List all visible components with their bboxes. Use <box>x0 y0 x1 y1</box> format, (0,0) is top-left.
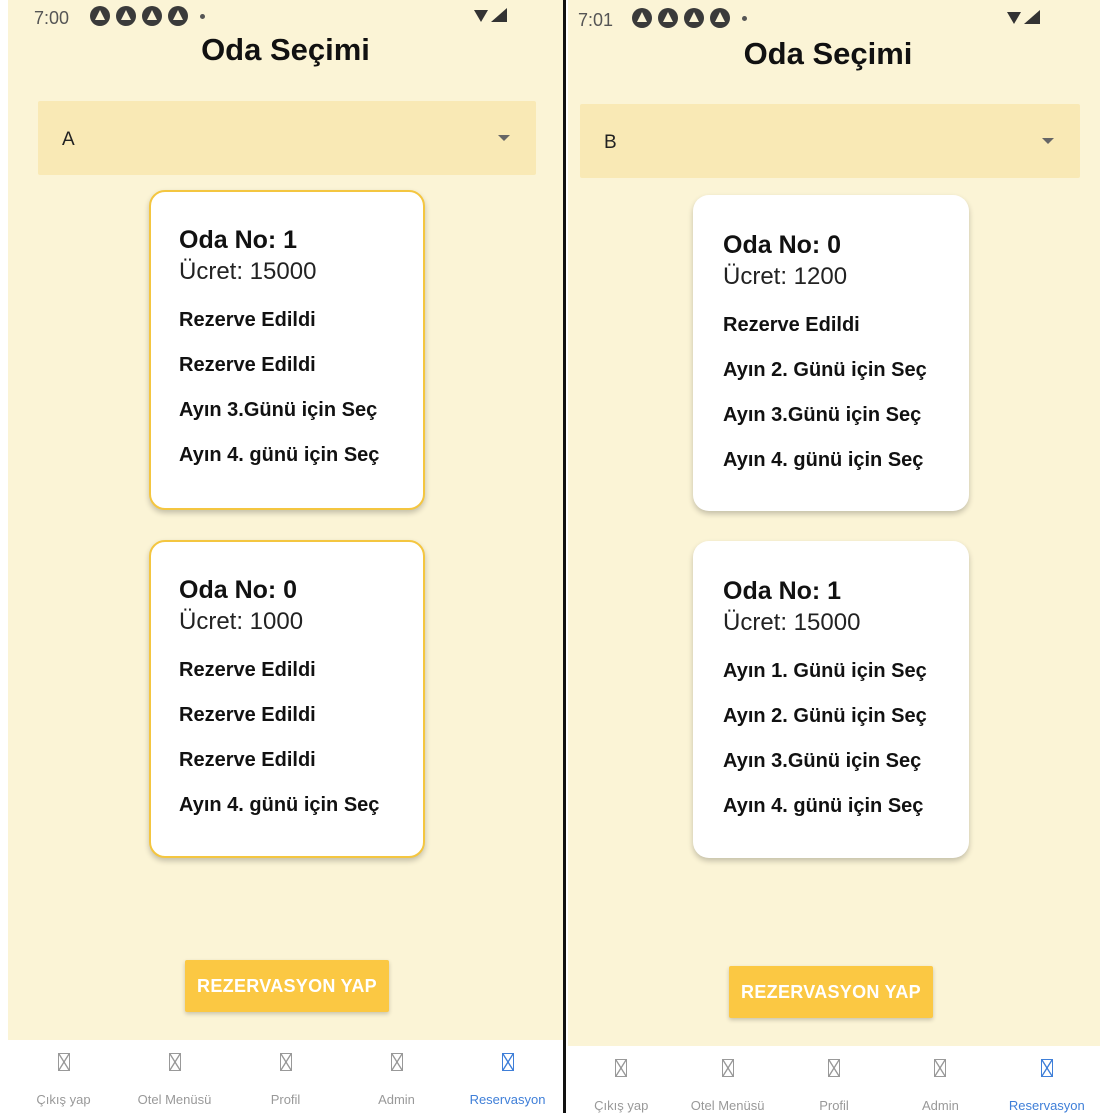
room-type-dropdown[interactable]: B <box>580 104 1080 178</box>
android-notification-icon <box>632 8 652 28</box>
nav-label: Çıkış yap <box>594 1098 649 1113</box>
dropdown-arrow-icon <box>1042 138 1054 144</box>
bottom-navigation: Çıkış yap Otel Menüsü Profil Admin Reser… <box>568 1046 1100 1113</box>
room-number: Oda No: 1 <box>179 226 298 254</box>
day-option-2[interactable]: Ayın 2. Günü için Seç <box>723 358 969 403</box>
signal-indicators <box>474 8 507 22</box>
day-option-4[interactable]: Ayın 4. günü için Seç <box>723 448 969 493</box>
nav-label: Profil <box>819 1098 849 1113</box>
android-notification-icon <box>684 8 704 28</box>
day-option-1[interactable]: Rezerve Edildi <box>723 313 969 358</box>
missing-image-placeholder-icon <box>57 1053 70 1071</box>
room-number: Oda No: 0 <box>723 231 842 259</box>
room-card[interactable]: Oda No: 1 Ücret: 15000 Rezerve Edildi Re… <box>149 190 425 510</box>
android-notification-icon <box>142 6 162 26</box>
status-time: 7:01 <box>578 10 614 30</box>
day-option-3[interactable]: Ayın 3.Günü için Seç <box>179 398 423 443</box>
cell-signal-icon <box>491 8 507 22</box>
nav-label: Otel Menüsü <box>137 1092 212 1107</box>
missing-image-placeholder-icon <box>828 1059 841 1077</box>
missing-image-placeholder-icon <box>279 1053 292 1071</box>
nav-item-hotel-menu[interactable]: Otel Menüsü <box>674 1046 780 1113</box>
android-notification-icon <box>116 6 136 26</box>
day-option-1[interactable]: Rezerve Edildi <box>179 308 423 353</box>
page-title: Oda Seçimi <box>201 32 370 67</box>
android-notification-icon <box>710 8 730 28</box>
bottom-navigation: Çıkış yap Otel Menüsü Profil Admin Reser… <box>8 1040 563 1113</box>
nav-item-reservation[interactable]: Reservasyon <box>452 1040 563 1113</box>
room-price: Ücret: 15000 <box>179 258 317 285</box>
android-notification-icon <box>168 6 188 26</box>
room-number: Oda No: 1 <box>723 577 842 605</box>
left-screen: 7:00 Oda Seçimi A Oda No: 1 Ücret: 15000… <box>8 0 563 1113</box>
day-option-2[interactable]: Ayın 2. Günü için Seç <box>723 704 969 749</box>
missing-image-placeholder-icon <box>501 1053 514 1071</box>
day-option-3[interactable]: Rezerve Edildi <box>179 748 423 793</box>
right-screen: 7:01 Oda Seçimi B Oda No: 0 Ücret: 1200 … <box>568 0 1100 1113</box>
page-title: Oda Seçimi <box>743 36 913 71</box>
android-notification-icon <box>90 6 110 26</box>
day-option-4[interactable]: Ayın 4. günü için Seç <box>723 794 969 839</box>
cell-signal-icon <box>1024 10 1040 24</box>
missing-image-placeholder-icon <box>168 1053 181 1071</box>
day-option-2[interactable]: Rezerve Edildi <box>179 353 423 398</box>
day-option-1[interactable]: Rezerve Edildi <box>179 658 423 703</box>
dropdown-arrow-icon <box>498 135 510 141</box>
nav-item-profile[interactable]: Profil <box>230 1040 341 1113</box>
missing-image-placeholder-icon <box>1040 1059 1053 1077</box>
room-type-dropdown[interactable]: A <box>38 101 536 175</box>
signal-indicators <box>1007 10 1040 24</box>
room-card[interactable]: Oda No: 0 Ücret: 1000 Rezerve Edildi Rez… <box>149 540 425 858</box>
status-time: 7:00 <box>34 8 70 28</box>
missing-image-placeholder-icon <box>721 1059 734 1077</box>
more-notifications-dot-icon <box>742 15 747 21</box>
screen-divider <box>563 0 566 1113</box>
dropdown-value: A <box>62 129 75 150</box>
missing-image-placeholder-icon <box>934 1059 947 1077</box>
room-card[interactable]: Oda No: 1 Ücret: 15000 Ayın 1. Günü için… <box>693 541 969 858</box>
room-price: Ücret: 15000 <box>723 609 861 636</box>
status-bar: 7:01 <box>568 0 1100 34</box>
nav-label: Admin <box>921 1098 959 1113</box>
missing-image-placeholder-icon <box>615 1059 628 1077</box>
missing-image-placeholder-icon <box>390 1053 403 1071</box>
dropdown-value: B <box>604 132 617 153</box>
nav-item-hotel-menu[interactable]: Otel Menüsü <box>119 1040 230 1113</box>
nav-label: Otel Menüsü <box>690 1098 765 1113</box>
room-number: Oda No: 0 <box>179 576 298 604</box>
wifi-icon <box>474 10 488 22</box>
wifi-icon <box>1007 12 1021 24</box>
nav-item-profile[interactable]: Profil <box>781 1046 887 1113</box>
day-option-3[interactable]: Ayın 3.Günü için Seç <box>723 749 969 794</box>
reserve-button[interactable]: REZERVASYON YAP <box>729 966 933 1018</box>
nav-item-reservation[interactable]: Reservasyon <box>994 1046 1100 1113</box>
nav-item-logout[interactable]: Çıkış yap <box>568 1046 674 1113</box>
room-card[interactable]: Oda No: 0 Ücret: 1200 Rezerve Edildi Ayı… <box>693 195 969 511</box>
nav-label: Admin <box>378 1092 415 1107</box>
nav-label: Reservasyon <box>469 1092 546 1107</box>
nav-item-logout[interactable]: Çıkış yap <box>8 1040 119 1113</box>
room-price: Ücret: 1000 <box>179 608 304 635</box>
day-option-2[interactable]: Rezerve Edildi <box>179 703 423 748</box>
nav-label: Profil <box>270 1092 301 1107</box>
more-notifications-dot-icon <box>200 13 205 19</box>
room-price: Ücret: 1200 <box>723 263 848 290</box>
nav-item-admin[interactable]: Admin <box>341 1040 452 1113</box>
nav-item-admin[interactable]: Admin <box>887 1046 993 1113</box>
reserve-button[interactable]: REZERVASYON YAP <box>185 960 389 1012</box>
nav-label: Reservasyon <box>1008 1098 1085 1113</box>
nav-label: Çıkış yap <box>36 1092 91 1107</box>
android-notification-icon <box>658 8 678 28</box>
status-icons <box>632 8 747 28</box>
day-option-4[interactable]: Ayın 4. günü için Seç <box>179 793 423 838</box>
status-icons <box>90 6 205 26</box>
day-option-4[interactable]: Ayın 4. günü için Seç <box>179 443 423 488</box>
day-option-1[interactable]: Ayın 1. Günü için Seç <box>723 659 969 704</box>
day-option-3[interactable]: Ayın 3.Günü için Seç <box>723 403 969 448</box>
status-bar: 7:00 <box>8 0 563 34</box>
